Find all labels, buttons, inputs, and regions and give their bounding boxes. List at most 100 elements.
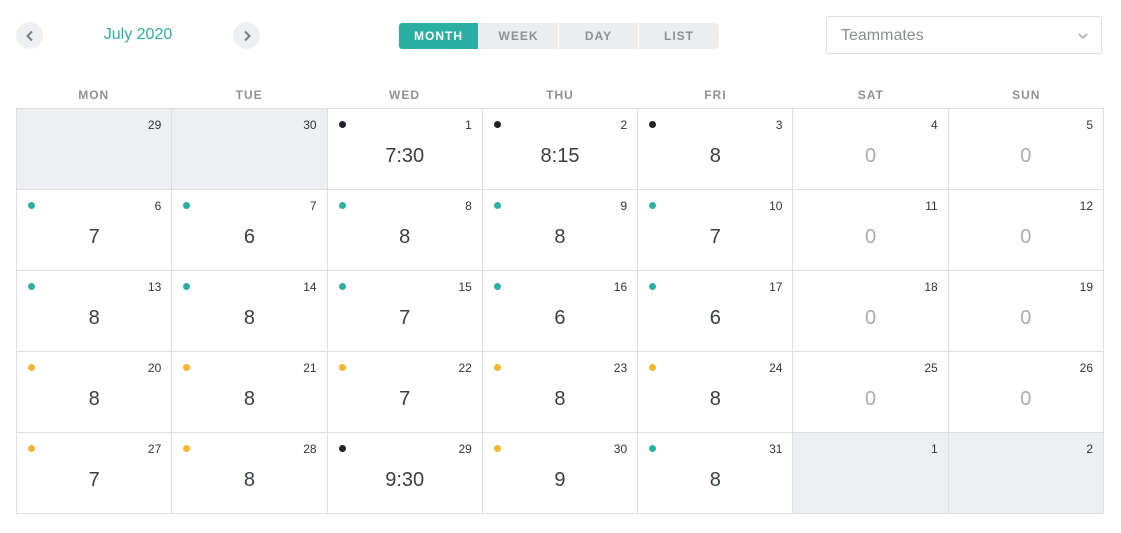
day-cell[interactable]: 25 0 [793, 352, 949, 433]
status-dot [649, 121, 657, 128]
weekday-header: SAT [857, 88, 884, 102]
day-cell[interactable]: 14 8 [172, 271, 328, 352]
day-cell[interactable]: 27 7 [17, 433, 173, 514]
hours-value: 6 [243, 226, 255, 248]
day-cell[interactable]: 1 [793, 433, 949, 514]
hours-value: 0 [865, 226, 877, 248]
hours-value: 7:30 [385, 145, 425, 167]
date-number: 23 [613, 361, 628, 375]
day-cell[interactable]: 76 [172, 190, 328, 271]
date-number: 29 [458, 442, 472, 456]
day-cell[interactable]: 38 [638, 109, 794, 190]
hours-value: 0 [865, 307, 877, 329]
day-cell[interactable]: 98 [482, 190, 639, 271]
weekday-header: FRI [704, 88, 727, 102]
status-dot [183, 445, 191, 452]
date-number: 25 [924, 361, 938, 375]
date-number: 31 [769, 442, 783, 456]
month-grid: 29 30 1 7:30 2 8:15 3 8 4 0 5 0 6 7 7 6 8 8 9 8 10 7 11 0 12 0 13 8… [16, 108, 1104, 514]
status-dot [493, 445, 501, 452]
view-month-button[interactable]: MONTH [399, 23, 479, 49]
calendar-toolbar: July 2020 MONTH WEEK DAY LIST Teammates [0, 0, 1121, 70]
status-dot [649, 364, 657, 371]
chevron-down-icon [1078, 33, 1088, 40]
date-number: 27 [147, 442, 162, 456]
day-cell[interactable]: 12 0 [948, 190, 1104, 271]
day-cell[interactable]: 30 9 [482, 433, 639, 514]
view-list-button[interactable]: LIST [639, 23, 719, 49]
date-number: 16 [613, 280, 628, 294]
date-number: 14 [303, 280, 317, 294]
day-cell[interactable]: 67 [17, 190, 173, 271]
date-number: 6 [154, 199, 162, 213]
status-dot [338, 364, 346, 371]
hours-value: 8 [243, 307, 255, 329]
hours-value: 8 [399, 226, 411, 248]
date-number: 8 [465, 199, 472, 213]
hours-value: 6 [709, 307, 721, 329]
hours-value: 7 [709, 226, 721, 248]
date-number: 12 [1079, 199, 1093, 213]
hours-value: 8 [243, 469, 255, 491]
hours-value: 8 [243, 388, 255, 410]
status-dot [493, 283, 501, 290]
status-dot [28, 364, 35, 371]
day-cell[interactable]: 15 7 [327, 271, 483, 352]
date-number: 19 [1079, 280, 1093, 294]
date-number: 26 [1079, 361, 1093, 375]
status-dot [183, 364, 191, 371]
view-switcher: MONTH WEEK DAY LIST [399, 23, 719, 49]
view-week-button[interactable]: WEEK [479, 23, 559, 49]
day-cell[interactable]: 20 8 [17, 352, 173, 433]
previous-month-button[interactable] [16, 22, 43, 49]
status-dot [28, 445, 35, 452]
view-day-button[interactable]: DAY [559, 23, 639, 49]
hours-value: 0 [1020, 226, 1032, 248]
day-cell[interactable]: 24 8 [638, 352, 794, 433]
teammates-select[interactable]: Teammates [826, 16, 1102, 54]
day-cell[interactable]: 19 0 [948, 271, 1104, 352]
day-cell[interactable]: 2 [948, 433, 1104, 514]
day-cell[interactable]: 11 0 [793, 190, 949, 271]
next-month-button[interactable] [233, 22, 260, 49]
hours-value: 0 [1020, 388, 1032, 410]
chevron-left-icon [25, 30, 33, 41]
day-cell[interactable]: 17 6 [638, 271, 794, 352]
status-dot [183, 283, 191, 290]
day-cell[interactable]: 22 7 [327, 352, 483, 433]
date-number: 20 [147, 361, 162, 375]
month-title: July 2020 [103, 26, 173, 43]
day-cell[interactable]: 40 [793, 109, 949, 190]
status-dot [338, 202, 346, 209]
status-dot [493, 202, 501, 209]
day-cell[interactable]: 30 [172, 109, 328, 190]
weekday-header: MON [78, 88, 110, 102]
day-cell[interactable]: 18 0 [793, 271, 949, 352]
day-cell[interactable]: 31 8 [638, 433, 794, 514]
day-cell[interactable]: 13 8 [17, 271, 173, 352]
day-cell[interactable]: 29 9:30 [327, 433, 483, 514]
date-number: 24 [769, 361, 783, 375]
day-cell[interactable]: 2 8:15 [482, 109, 639, 190]
day-cell[interactable]: 16 6 [482, 271, 639, 352]
date-number: 18 [924, 280, 938, 294]
day-cell[interactable]: 1 7:30 [327, 109, 483, 190]
date-number: 30 [613, 442, 628, 456]
day-cell[interactable]: 23 8 [482, 352, 639, 433]
date-number: 22 [458, 361, 472, 375]
day-cell[interactable]: 88 [327, 190, 483, 271]
day-cell[interactable]: 28 8 [172, 433, 328, 514]
hours-value: 8:15 [540, 145, 580, 167]
day-cell[interactable]: 26 0 [948, 352, 1104, 433]
date-number: 1 [465, 118, 472, 132]
day-cell[interactable]: 50 [948, 109, 1104, 190]
hours-value: 0 [865, 145, 877, 167]
status-dot [183, 202, 191, 209]
day-cell[interactable]: 21 8 [172, 352, 328, 433]
date-number: 1 [931, 442, 938, 456]
chevron-right-icon [243, 30, 251, 41]
day-cell[interactable]: 10 7 [638, 190, 794, 271]
day-cell[interactable]: 29 [17, 109, 173, 190]
date-number: 7 [309, 199, 317, 213]
status-dot [493, 364, 501, 371]
